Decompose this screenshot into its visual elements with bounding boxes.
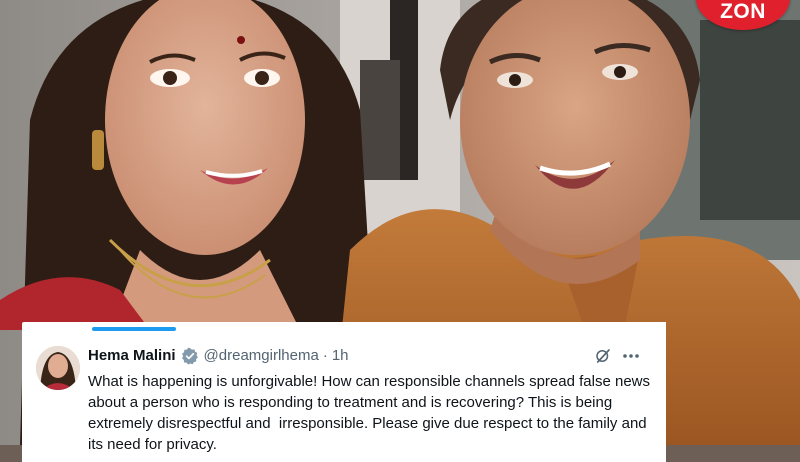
header-separator: ·: [322, 347, 328, 364]
tweet-text: What is happening is unforgivable! How c…: [88, 373, 655, 453]
tweet-card[interactable]: Hema Malini @dreamgirlhema · 1h What is …: [22, 322, 666, 462]
verified-badge-icon: [181, 347, 199, 365]
channel-logo-text: ZON: [720, 0, 766, 23]
tweet-accent-bar: [92, 327, 176, 331]
tweet-timestamp[interactable]: 1h: [332, 346, 349, 366]
author-handle[interactable]: @dreamgirlhema: [204, 346, 319, 366]
tweet-header: Hema Malini @dreamgirlhema · 1h: [88, 346, 349, 366]
grok-icon[interactable]: [594, 347, 612, 370]
author-name[interactable]: Hema Malini: [88, 346, 176, 366]
more-options-icon[interactable]: [622, 349, 640, 368]
avatar[interactable]: [36, 346, 80, 390]
